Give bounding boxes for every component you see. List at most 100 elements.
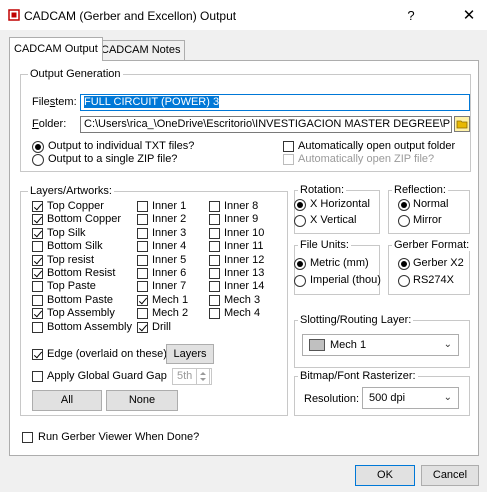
layers-button[interactable]: Layers xyxy=(166,344,214,364)
layer-bottom-silk-checkbox[interactable] xyxy=(32,241,43,252)
gerber-rs274x-radio[interactable] xyxy=(398,275,410,287)
layer-inner-3-checkbox[interactable] xyxy=(137,228,148,239)
layer-bottom-resist-checkbox[interactable] xyxy=(32,268,43,279)
layer-top-resist-checkbox[interactable] xyxy=(32,255,43,266)
resolution-select[interactable]: 500 dpi ⌄ xyxy=(362,387,459,409)
tab-cadcam-output[interactable]: CADCAM Output xyxy=(9,37,103,61)
auto-open-folder-checkbox[interactable] xyxy=(283,141,294,152)
layer-drill-checkbox[interactable] xyxy=(137,322,148,333)
layer-mech-1-checkbox[interactable] xyxy=(137,295,148,306)
output-zip-radio[interactable] xyxy=(32,154,44,166)
bitmap-label: Bitmap/Font Rasterizer: xyxy=(298,370,418,382)
layer-bottom-copper-checkbox[interactable] xyxy=(32,214,43,225)
file-units-group xyxy=(294,245,380,295)
layer-inner-7-label: Inner 7 xyxy=(152,280,187,292)
units-imperial-radio[interactable] xyxy=(294,275,306,287)
layer-top-assembly-label: Top Assembly xyxy=(47,307,115,319)
layer-inner-5-checkbox[interactable] xyxy=(137,255,148,266)
none-button[interactable]: None xyxy=(106,390,178,411)
auto-open-zip-checkbox[interactable] xyxy=(283,154,294,165)
gerber-format-label: Gerber Format: xyxy=(392,239,472,251)
layer-mech-2-label: Mech 2 xyxy=(152,307,189,319)
layer-inner-4-checkbox[interactable] xyxy=(137,241,148,252)
reflection-label: Reflection: xyxy=(392,184,448,196)
layer-inner-11-label: Inner 11 xyxy=(224,240,264,252)
rotation-x-vertical-label: X Vertical xyxy=(310,214,357,226)
layer-bottom-resist-label: Bottom Resist xyxy=(47,267,116,279)
edge-checkbox[interactable] xyxy=(32,349,43,360)
layer-inner-13-label: Inner 13 xyxy=(224,267,265,279)
layer-inner-1-checkbox[interactable] xyxy=(137,201,148,212)
spinner-arrows-icon[interactable] xyxy=(196,368,210,385)
layer-top-copper-checkbox[interactable] xyxy=(32,201,43,212)
units-metric-label: Metric (mm) xyxy=(310,257,369,269)
layer-inner-2-label: Inner 2 xyxy=(152,213,187,225)
layer-top-copper-label: Top Copper xyxy=(47,200,104,212)
rotation-x-horizontal-radio[interactable] xyxy=(294,199,306,211)
resolution-value: 500 dpi xyxy=(369,392,406,404)
units-metric-radio[interactable] xyxy=(294,258,306,270)
layer-inner-12-checkbox[interactable] xyxy=(209,255,220,266)
layer-inner-14-label: Inner 14 xyxy=(224,280,265,292)
layer-mech-4-checkbox[interactable] xyxy=(209,308,220,319)
layer-inner-7-checkbox[interactable] xyxy=(137,281,148,292)
reflection-mirror-radio[interactable] xyxy=(398,215,410,227)
layer-inner-1-label: Inner 1 xyxy=(152,200,187,212)
layer-top-paste-label: Top Paste xyxy=(47,280,96,292)
guard-gap-checkbox[interactable] xyxy=(32,371,43,382)
all-button[interactable]: All xyxy=(32,390,102,411)
tab-cadcam-notes[interactable]: CADCAM Notes xyxy=(96,40,186,60)
layer-inner-3-label: Inner 3 xyxy=(152,227,187,239)
layer-inner-6-checkbox[interactable] xyxy=(137,268,148,279)
layer-inner-8-label: Inner 8 xyxy=(224,200,259,212)
window-title: CADCAM (Gerber and Excellon) Output xyxy=(24,9,237,23)
layer-inner-8-checkbox[interactable] xyxy=(209,201,220,212)
cancel-button[interactable]: Cancel xyxy=(421,465,479,486)
close-button[interactable]: ✕ xyxy=(458,5,480,27)
rotation-x-vertical-radio[interactable] xyxy=(294,215,306,227)
chevron-down-icon: ⌄ xyxy=(443,339,452,350)
layer-inner-6-label: Inner 6 xyxy=(152,267,187,279)
file-units-label: File Units: xyxy=(298,239,351,251)
layers-group-label: Layers/Artworks: xyxy=(28,185,114,197)
browse-folder-icon[interactable] xyxy=(454,116,470,132)
run-viewer-checkbox[interactable] xyxy=(22,432,33,443)
slotting-layer-select[interactable]: Mech 1 ⌄ xyxy=(302,334,459,356)
gerber-x2-radio[interactable] xyxy=(398,258,410,270)
layer-inner-10-checkbox[interactable] xyxy=(209,228,220,239)
layer-inner-11-checkbox[interactable] xyxy=(209,241,220,252)
layer-top-paste-checkbox[interactable] xyxy=(32,281,43,292)
help-button[interactable]: ? xyxy=(400,5,422,27)
layer-bottom-paste-label: Bottom Paste xyxy=(47,294,114,306)
ok-button[interactable]: OK xyxy=(355,465,415,486)
layer-inner-14-checkbox[interactable] xyxy=(209,281,220,292)
reflection-normal-label: Normal xyxy=(413,198,449,210)
cadcam-app-icon xyxy=(8,9,20,21)
edge-label: Edge (overlaid on these) xyxy=(47,348,167,360)
folder-input[interactable]: C:\Users\rica_\OneDrive\Escritorio\INVES… xyxy=(80,116,452,133)
layer-inner-9-checkbox[interactable] xyxy=(209,214,220,225)
layer-mech-2-checkbox[interactable] xyxy=(137,308,148,319)
layer-mech-3-checkbox[interactable] xyxy=(209,295,220,306)
layer-inner-5-label: Inner 5 xyxy=(152,254,187,266)
reflection-group xyxy=(388,190,470,234)
guard-gap-label: Apply Global Guard Gap xyxy=(47,370,167,382)
rotation-x-horizontal-label: X Horizontal xyxy=(310,198,370,210)
reflection-normal-radio[interactable] xyxy=(398,199,410,211)
layer-bottom-paste-checkbox[interactable] xyxy=(32,295,43,306)
layer-bottom-assembly-checkbox[interactable] xyxy=(32,322,43,333)
layer-color-swatch xyxy=(309,339,325,351)
layer-inner-4-label: Inner 4 xyxy=(152,240,187,252)
layer-top-assembly-checkbox[interactable] xyxy=(32,308,43,319)
filestem-input[interactable]: FULL CIRCUIT (POWER) 3 xyxy=(80,94,470,111)
output-individual-radio[interactable] xyxy=(32,141,44,153)
gerber-x2-label: Gerber X2 xyxy=(413,257,464,269)
folder-label: Folder: xyxy=(32,118,67,130)
layer-inner-2-checkbox[interactable] xyxy=(137,214,148,225)
rotation-label: Rotation: xyxy=(298,184,347,196)
rotation-group xyxy=(294,190,380,234)
slotting-label: Slotting/Routing Layer: xyxy=(298,314,414,326)
layer-inner-13-checkbox[interactable] xyxy=(209,268,220,279)
layer-inner-12-label: Inner 12 xyxy=(224,254,265,266)
layer-top-silk-checkbox[interactable] xyxy=(32,228,43,239)
